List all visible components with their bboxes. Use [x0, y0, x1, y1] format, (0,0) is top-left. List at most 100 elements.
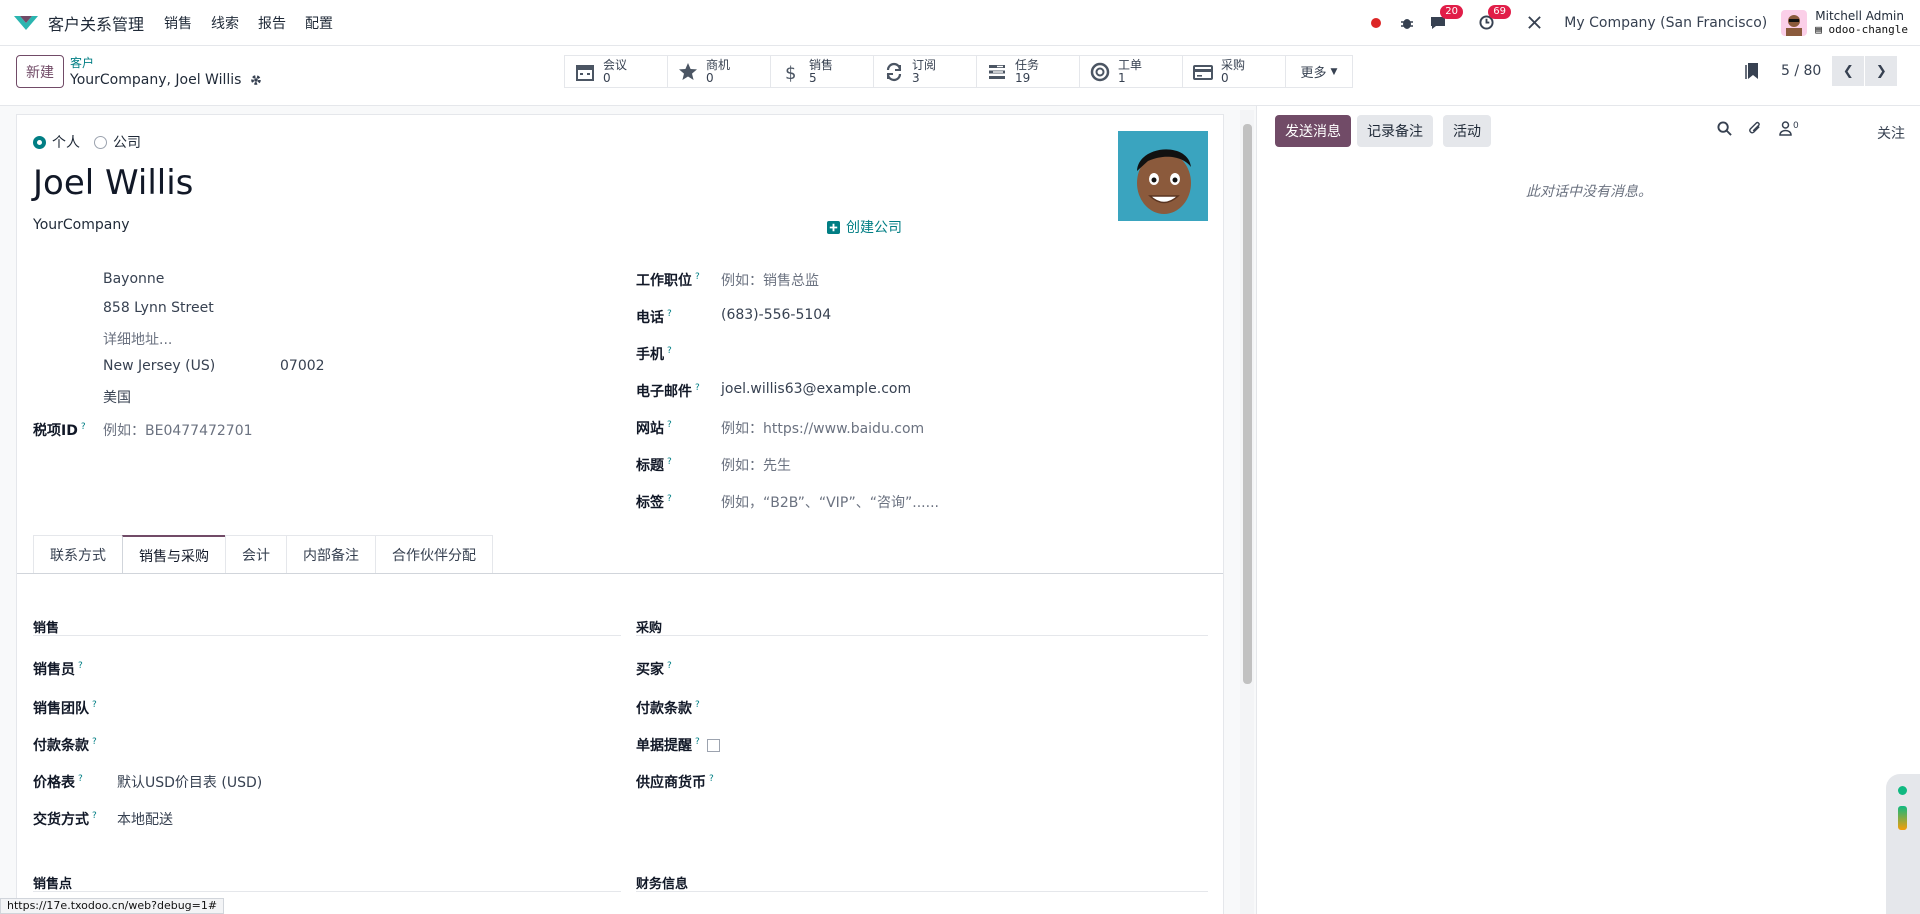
- pager-next[interactable]: ❯: [1865, 56, 1898, 86]
- salesperson-select[interactable]: [117, 659, 617, 677]
- street2-input[interactable]: 详细地址...: [103, 329, 172, 349]
- country-select[interactable]: 美国: [103, 387, 131, 407]
- scrollbar-thumb[interactable]: [1243, 124, 1252, 684]
- section-divider: [636, 891, 1208, 892]
- tags-input[interactable]: 例如，“B2B”、“VIP”、“咨询”......: [721, 492, 939, 512]
- title-select[interactable]: 例如：先生: [721, 455, 791, 475]
- follow-button[interactable]: 关注: [1877, 123, 1905, 143]
- delivery-method-label: 交货方式?: [33, 811, 97, 828]
- phone-input[interactable]: (683)-556-5104: [721, 307, 831, 323]
- receipt-reminder-label: 单据提醒?: [636, 737, 700, 754]
- database-name: ▤ odoo-changle: [1815, 22, 1908, 36]
- tab-partner-assignment[interactable]: 合作伙伴分配: [375, 535, 493, 573]
- smart-button-opportunities[interactable]: 商机 0: [667, 55, 771, 88]
- database-icon: ▤: [1815, 22, 1829, 36]
- tools-icon[interactable]: [1524, 13, 1544, 33]
- tab-sales-purchase[interactable]: 销售与采购: [122, 535, 226, 574]
- bookmark-icon[interactable]: [1745, 62, 1759, 80]
- contact-avatar-image[interactable]: [1118, 131, 1208, 221]
- form-scrollbar[interactable]: [1240, 110, 1254, 914]
- delivery-method-select[interactable]: 本地配送: [117, 809, 173, 829]
- chatter-toolbar: 0: [1717, 121, 1799, 136]
- website-input[interactable]: 例如：https://www.baidu.com: [721, 418, 924, 438]
- more-dropdown[interactable]: 更多 ▼: [1285, 55, 1353, 88]
- followers-button[interactable]: 0: [1779, 121, 1799, 136]
- purchase-payment-terms-label: 付款条款?: [636, 700, 700, 717]
- pager: 5 / 80 ❮ ❯: [1745, 56, 1898, 86]
- radio-company-label[interactable]: 公司: [113, 132, 141, 152]
- pager-counter[interactable]: 5 / 80: [1781, 63, 1821, 79]
- log-note-button[interactable]: 记录备注: [1357, 115, 1433, 147]
- email-input[interactable]: joel.willis63@example.com: [721, 381, 911, 397]
- smart-button-purchases[interactable]: 采购 0: [1182, 55, 1286, 88]
- vendor-currency-select[interactable]: [737, 772, 1197, 790]
- city-input[interactable]: Bayonne: [103, 271, 164, 287]
- sales-section-title: 销售: [33, 621, 60, 636]
- crm-logo-icon[interactable]: [12, 13, 40, 33]
- mobile-input[interactable]: [721, 344, 1171, 362]
- chevron-right-icon: ❯: [1875, 63, 1887, 79]
- section-divider: [33, 891, 621, 892]
- company-name-input[interactable]: YourCompany: [33, 217, 130, 233]
- job-position-input[interactable]: 例如：销售总监: [721, 270, 819, 290]
- gear-icon[interactable]: [249, 73, 263, 87]
- calendar-icon: [576, 64, 594, 81]
- smart-button-sales[interactable]: $ 销售 5: [770, 55, 874, 88]
- company-switcher[interactable]: My Company (San Francisco): [1564, 15, 1767, 31]
- street-input[interactable]: 858 Lynn Street: [103, 300, 214, 316]
- new-button[interactable]: 新建: [16, 55, 64, 88]
- purchase-section-title: 采购: [636, 621, 663, 636]
- payment-terms-select[interactable]: [117, 735, 617, 753]
- activity-clock-icon[interactable]: 69: [1476, 4, 1512, 33]
- receipt-reminder-checkbox[interactable]: [707, 739, 720, 752]
- tab-accounting[interactable]: 会计: [225, 535, 287, 573]
- search-icon[interactable]: [1717, 121, 1732, 136]
- payment-terms-label: 付款条款?: [33, 737, 97, 754]
- status-bar-url: https://17e.txodoo.cn/web?debug=1#: [0, 898, 225, 914]
- create-company-button[interactable]: 创建公司: [827, 217, 902, 237]
- tab-internal-notes[interactable]: 内部备注: [286, 535, 376, 573]
- radio-individual[interactable]: [33, 135, 46, 149]
- messages-icon[interactable]: 20: [1428, 4, 1464, 33]
- messages-badge: 20: [1440, 4, 1464, 19]
- menu-leads[interactable]: 线索: [211, 13, 239, 33]
- smart-button-subscriptions[interactable]: 订阅 3: [873, 55, 977, 88]
- app-name[interactable]: 客户关系管理: [48, 11, 144, 35]
- purchase-payment-terms-select[interactable]: [721, 698, 1201, 716]
- sales-team-select[interactable]: [117, 698, 617, 716]
- website-label: 网站?: [636, 420, 672, 437]
- menu-config[interactable]: 配置: [305, 13, 333, 33]
- breadcrumb-current: YourCompany, Joel Willis: [70, 72, 263, 88]
- help-icon: ?: [667, 494, 672, 505]
- tags-label: 标签?: [636, 494, 672, 511]
- menu-reports[interactable]: 报告: [258, 13, 286, 33]
- help-icon: ?: [667, 346, 672, 357]
- help-icon: ?: [667, 661, 672, 672]
- tax-id-input[interactable]: 例如：BE0477472701: [103, 420, 253, 440]
- pager-previous[interactable]: ❮: [1832, 56, 1865, 86]
- smart-button-tasks[interactable]: 任务 19: [976, 55, 1080, 88]
- recording-icon[interactable]: [1366, 13, 1386, 33]
- contact-name-input[interactable]: Joel Willis: [33, 163, 193, 203]
- state-select[interactable]: New Jersey (US): [103, 358, 215, 374]
- radio-individual-label[interactable]: 个人: [52, 132, 80, 152]
- tab-contacts[interactable]: 联系方式: [33, 535, 123, 573]
- radio-company[interactable]: [94, 135, 107, 149]
- paperclip-icon[interactable]: [1748, 121, 1763, 136]
- user-avatar[interactable]: [1781, 9, 1808, 36]
- buyer-select[interactable]: [721, 659, 1201, 677]
- menu-sales[interactable]: 销售: [164, 13, 192, 33]
- network-monitor-widget[interactable]: [1886, 774, 1920, 914]
- mobile-label: 手机?: [636, 346, 672, 363]
- help-icon: ?: [695, 737, 700, 748]
- bug-icon[interactable]: [1397, 13, 1417, 33]
- activity-button[interactable]: 活动: [1443, 115, 1491, 147]
- lifebuoy-icon: [1090, 62, 1110, 81]
- send-message-button[interactable]: 发送消息: [1275, 115, 1351, 147]
- smart-button-tickets[interactable]: 工单 1: [1079, 55, 1183, 88]
- zip-input[interactable]: 07002: [280, 358, 325, 374]
- breadcrumb-parent[interactable]: 客户: [70, 54, 94, 71]
- smart-button-meetings[interactable]: 会议 0: [564, 55, 668, 88]
- user-menu[interactable]: Mitchell Admin ▤ odoo-changle: [1815, 9, 1908, 37]
- pricelist-select[interactable]: 默认USD价目表 (USD): [117, 772, 262, 792]
